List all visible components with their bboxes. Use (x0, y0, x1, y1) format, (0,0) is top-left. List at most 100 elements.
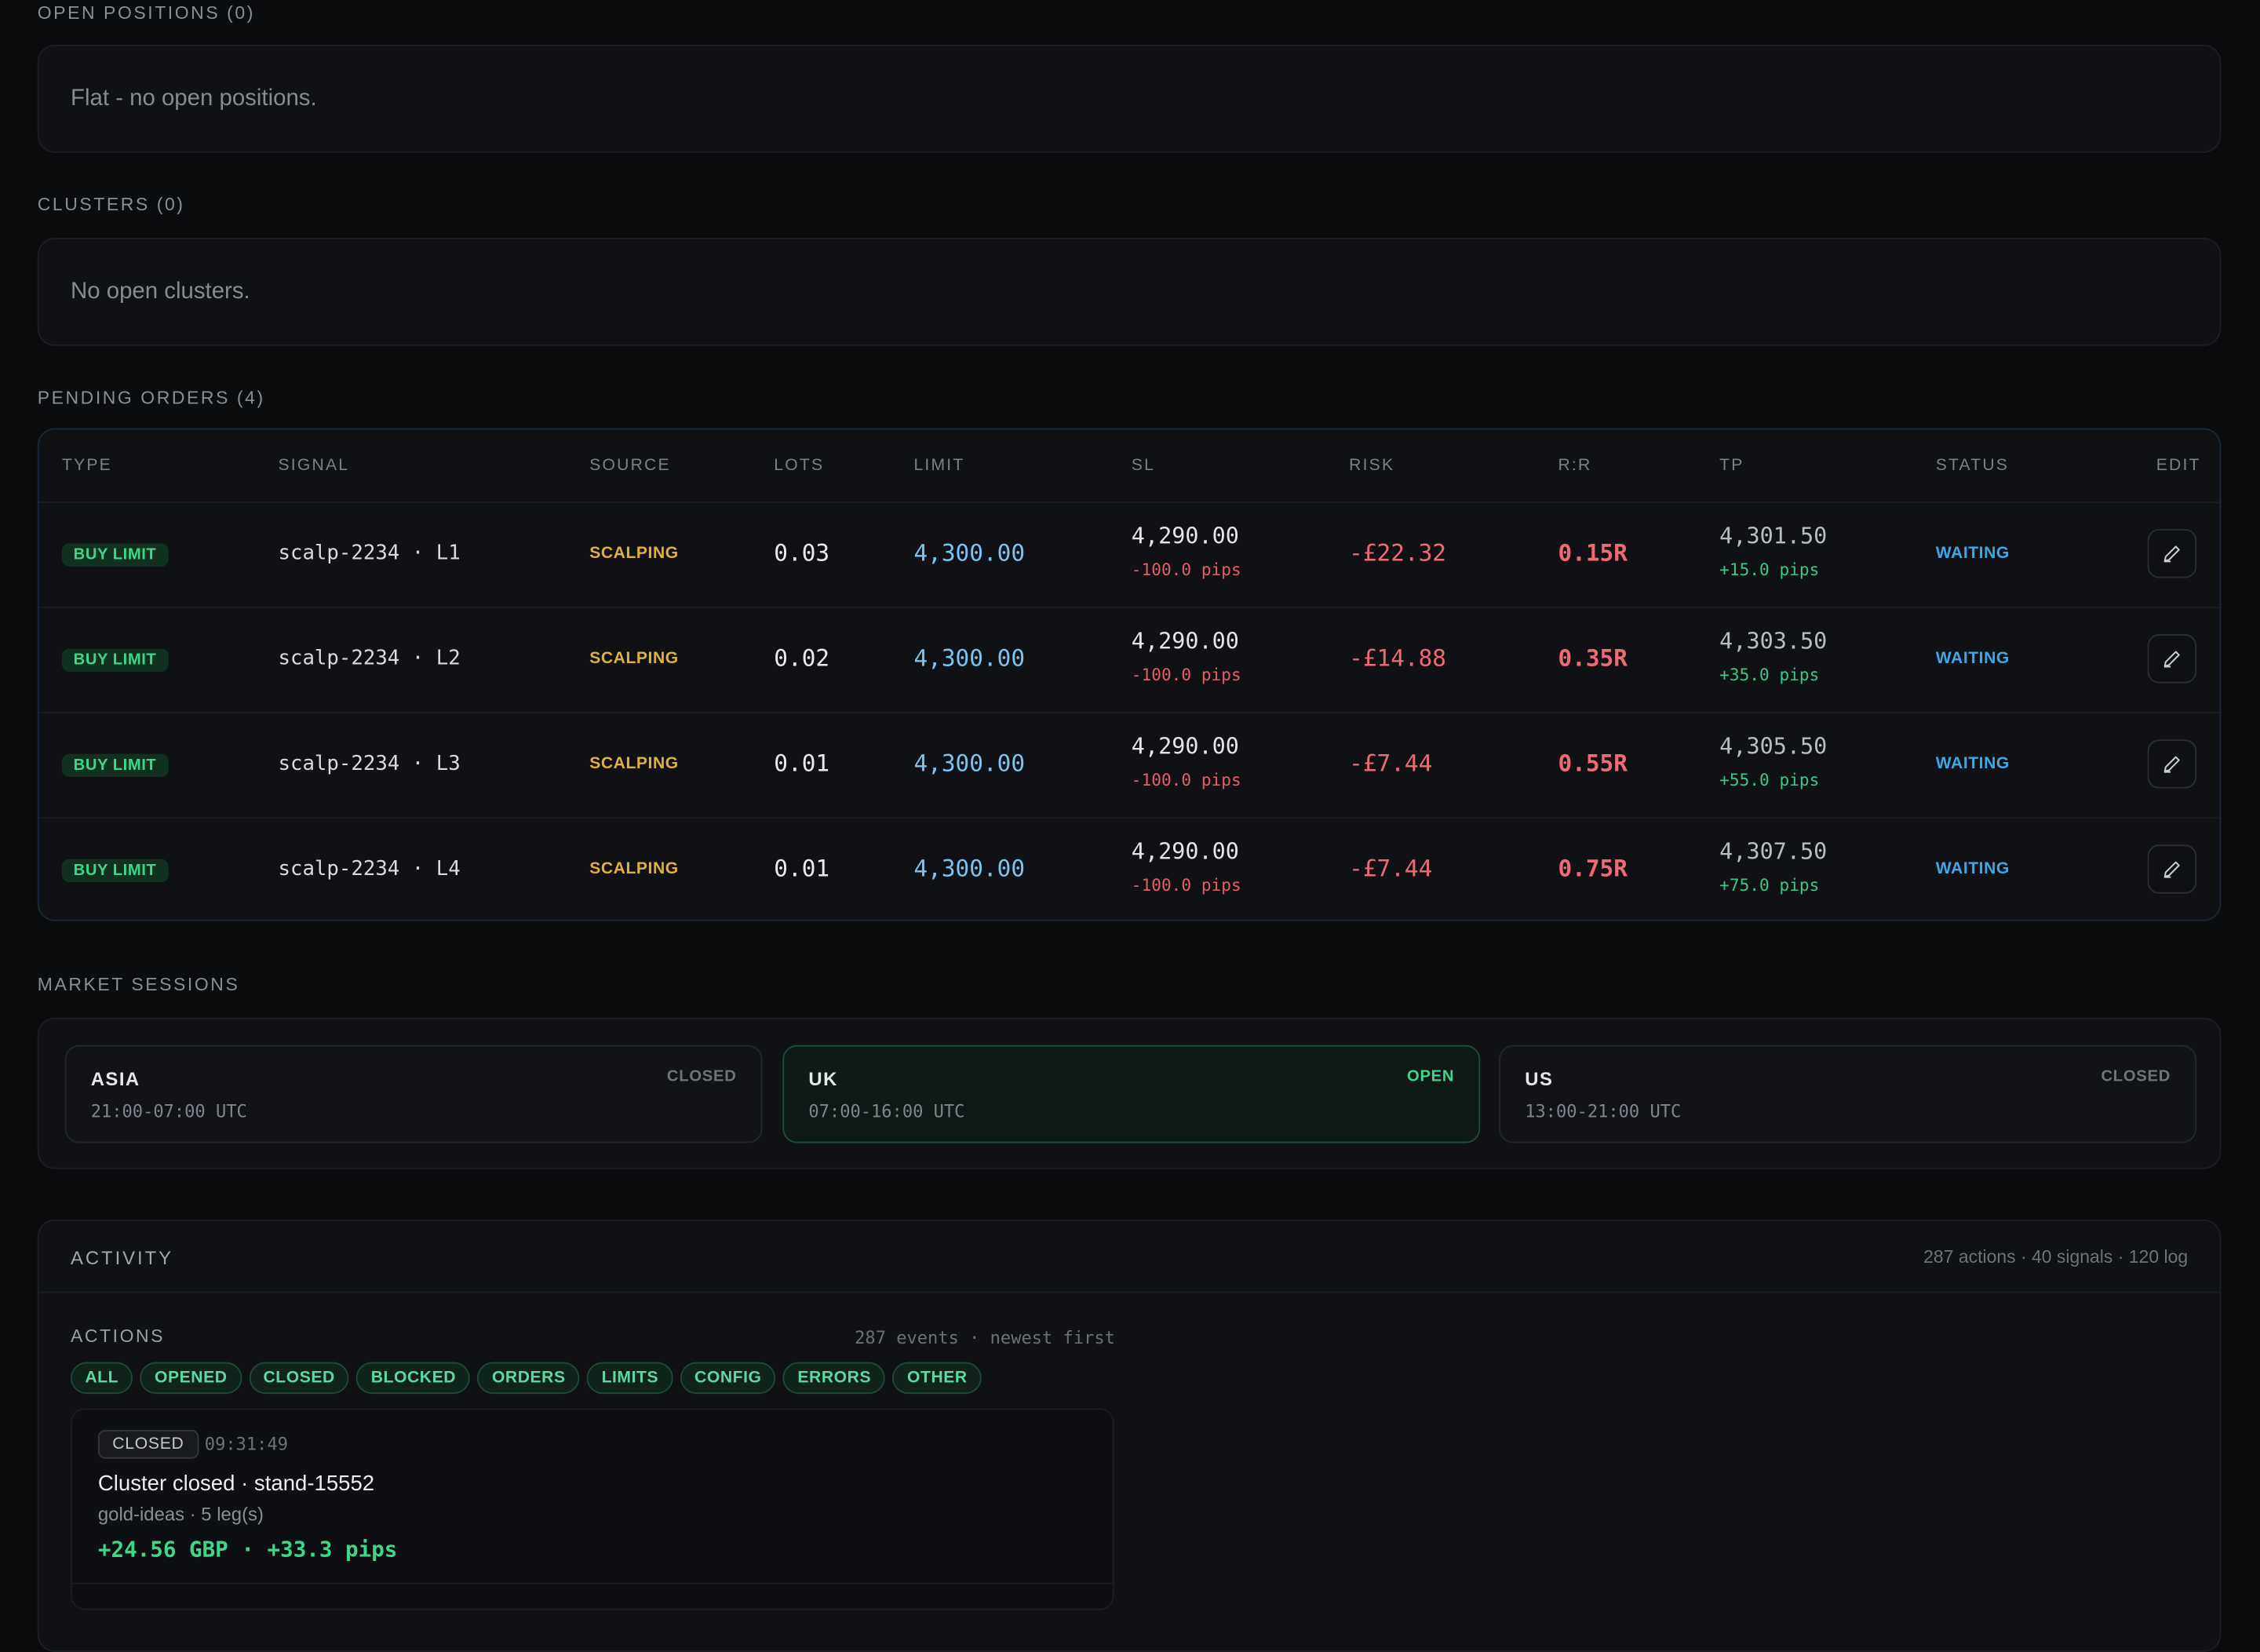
event-subtitle: gold-ideas · 5 leg(s) (97, 1503, 264, 1526)
risk-reward: 0.75R (1558, 855, 1628, 883)
risk-value: -£7.44 (1349, 749, 1433, 777)
col-source[interactable]: SOURCE (589, 457, 671, 474)
stop-loss-pips: -100.0 pips (1131, 664, 1241, 685)
activity-summary: 287 actions · 40 signals · 120 log (1923, 1246, 2189, 1267)
take-profit-pips: +75.0 pips (1719, 874, 1820, 895)
limit-price: 4,300.00 (913, 749, 1026, 777)
activity-panel: ACTIVITY 287 actions · 40 signals · 120 … (37, 1219, 2222, 1652)
take-profit-pips: +55.0 pips (1719, 769, 1820, 790)
take-profit-price: 4,305.50 (1719, 733, 1828, 760)
table-row[interactable]: BUY LIMIT scalp-2234 · L3 SCALPING 0.01 … (38, 712, 2220, 819)
session-state-badge: OPEN (1407, 1067, 1455, 1086)
stop-loss-price: 4,290.00 (1131, 628, 1239, 655)
filter-all[interactable]: ALL (70, 1362, 133, 1395)
status-badge: WAITING (1935, 755, 2010, 773)
edit-order-button[interactable] (2147, 739, 2197, 789)
source-tag: SCALPING (589, 650, 679, 668)
open-positions-panel: Flat - no open positions. (37, 44, 2222, 153)
take-profit-price: 4,307.50 (1719, 838, 1828, 866)
lots-value: 0.03 (774, 538, 830, 567)
clusters-empty: No open clusters. (70, 279, 250, 305)
session-state-badge: CLOSED (666, 1067, 737, 1086)
edit-order-button[interactable] (2147, 844, 2197, 894)
risk-value: -£7.44 (1349, 855, 1433, 883)
filter-limits[interactable]: LIMITS (587, 1362, 673, 1395)
stop-loss-pips: -100.0 pips (1131, 559, 1241, 580)
col-lots[interactable]: LOTS (774, 457, 824, 474)
risk-reward: 0.55R (1558, 749, 1628, 777)
signal-id: scalp-2234 · L2 (278, 647, 461, 671)
pencil-icon (2163, 756, 2180, 773)
filter-blocked[interactable]: BLOCKED (356, 1362, 471, 1395)
session-hours: 07:00-16:00 UTC (808, 1101, 965, 1121)
filter-other[interactable]: OTHER (892, 1362, 982, 1395)
pencil-icon (2163, 545, 2180, 563)
activity-event[interactable]: CLOSED 09:31:49 Cluster closed · stand-1… (70, 1408, 1114, 1610)
col-rr[interactable]: R:R (1558, 457, 1591, 474)
stop-loss-price: 4,290.00 (1131, 838, 1239, 866)
session-hours: 21:00-07:00 UTC (90, 1101, 247, 1121)
clusters-panel: No open clusters. (37, 238, 2222, 346)
stop-loss-pips: -100.0 pips (1131, 769, 1241, 790)
table-row[interactable]: BUY LIMIT scalp-2234 · L4 SCALPING 0.01 … (39, 817, 2220, 922)
col-status[interactable]: STATUS (1936, 457, 2009, 474)
col-signal[interactable]: SIGNAL (278, 457, 349, 474)
session-state-badge: CLOSED (2101, 1067, 2171, 1086)
source-tag: SCALPING (589, 545, 679, 563)
limit-price: 4,300.00 (913, 644, 1026, 672)
table-row[interactable]: BUY LIMIT scalp-2234 · L2 SCALPING 0.02 … (38, 607, 2220, 714)
actions-heading: ACTIONS (70, 1326, 166, 1347)
status-badge: WAITING (1935, 860, 2010, 878)
session-hours: 13:00-21:00 UTC (1525, 1101, 1682, 1121)
limit-price: 4,300.00 (913, 538, 1026, 567)
source-tag: SCALPING (589, 755, 679, 773)
filter-config[interactable]: CONFIG (680, 1362, 776, 1395)
actions-meta: 287 events · newest first (855, 1327, 1115, 1348)
session-name: UK (808, 1067, 838, 1090)
session-card-uk[interactable]: UK 07:00-16:00 UTC OPEN (782, 1045, 1481, 1143)
lots-value: 0.01 (774, 749, 830, 777)
session-card-us[interactable]: US 13:00-21:00 UTC CLOSED (1499, 1045, 2197, 1143)
market-sessions-panel: ASIA 21:00-07:00 UTC CLOSED UK 07:00-16:… (37, 1017, 2222, 1169)
limit-price: 4,300.00 (913, 855, 1026, 883)
col-sl[interactable]: SL (1132, 457, 1155, 474)
source-tag: SCALPING (589, 860, 679, 878)
edit-order-button[interactable] (2147, 634, 2197, 684)
action-filters: ALL OPENED CLOSED BLOCKED ORDERS LIMITS … (70, 1362, 982, 1395)
order-type-badge: BUY LIMIT (61, 753, 168, 777)
status-badge: WAITING (1935, 545, 2010, 563)
col-limit[interactable]: LIMIT (913, 457, 964, 474)
table-row[interactable]: BUY LIMIT scalp-2234 · L1 SCALPING 0.03 … (38, 501, 2220, 609)
event-title: Cluster closed · stand-15552 (97, 1471, 375, 1497)
pencil-icon (2163, 861, 2180, 878)
take-profit-price: 4,301.50 (1719, 523, 1828, 549)
take-profit-price: 4,303.50 (1719, 628, 1828, 655)
divider (38, 1291, 2220, 1293)
risk-reward: 0.35R (1558, 644, 1628, 672)
event-result: +24.56 GBP · +33.3 pips (97, 1536, 398, 1563)
table-header: TYPE SIGNAL SOURCE LOTS LIMIT SL RISK R:… (38, 429, 2220, 504)
filter-opened[interactable]: OPENED (140, 1362, 242, 1395)
signal-id: scalp-2234 · L1 (278, 542, 461, 565)
col-tp[interactable]: TP (1719, 457, 1744, 474)
lots-value: 0.02 (774, 644, 830, 672)
filter-orders[interactable]: ORDERS (477, 1362, 581, 1395)
filter-errors[interactable]: ERRORS (783, 1362, 886, 1395)
filter-closed[interactable]: CLOSED (249, 1362, 350, 1395)
stop-loss-price: 4,290.00 (1131, 523, 1239, 549)
col-risk[interactable]: RISK (1349, 457, 1394, 474)
open-positions-heading: OPEN POSITIONS (0) (37, 2, 255, 24)
edit-order-button[interactable] (2147, 529, 2197, 578)
risk-value: -£14.88 (1349, 644, 1447, 672)
col-type[interactable]: TYPE (62, 457, 112, 474)
risk-value: -£22.32 (1349, 538, 1447, 567)
session-card-asia[interactable]: ASIA 21:00-07:00 UTC CLOSED (64, 1045, 763, 1143)
open-positions-empty: Flat - no open positions. (70, 86, 317, 111)
event-type-badge: CLOSED (97, 1430, 199, 1459)
order-type-badge: BUY LIMIT (61, 859, 168, 883)
col-edit: EDIT (2156, 457, 2201, 475)
order-type-badge: BUY LIMIT (61, 648, 168, 672)
clusters-heading: CLUSTERS (0) (37, 194, 185, 215)
market-sessions-heading: MARKET SESSIONS (37, 974, 240, 995)
take-profit-pips: +15.0 pips (1719, 559, 1820, 580)
